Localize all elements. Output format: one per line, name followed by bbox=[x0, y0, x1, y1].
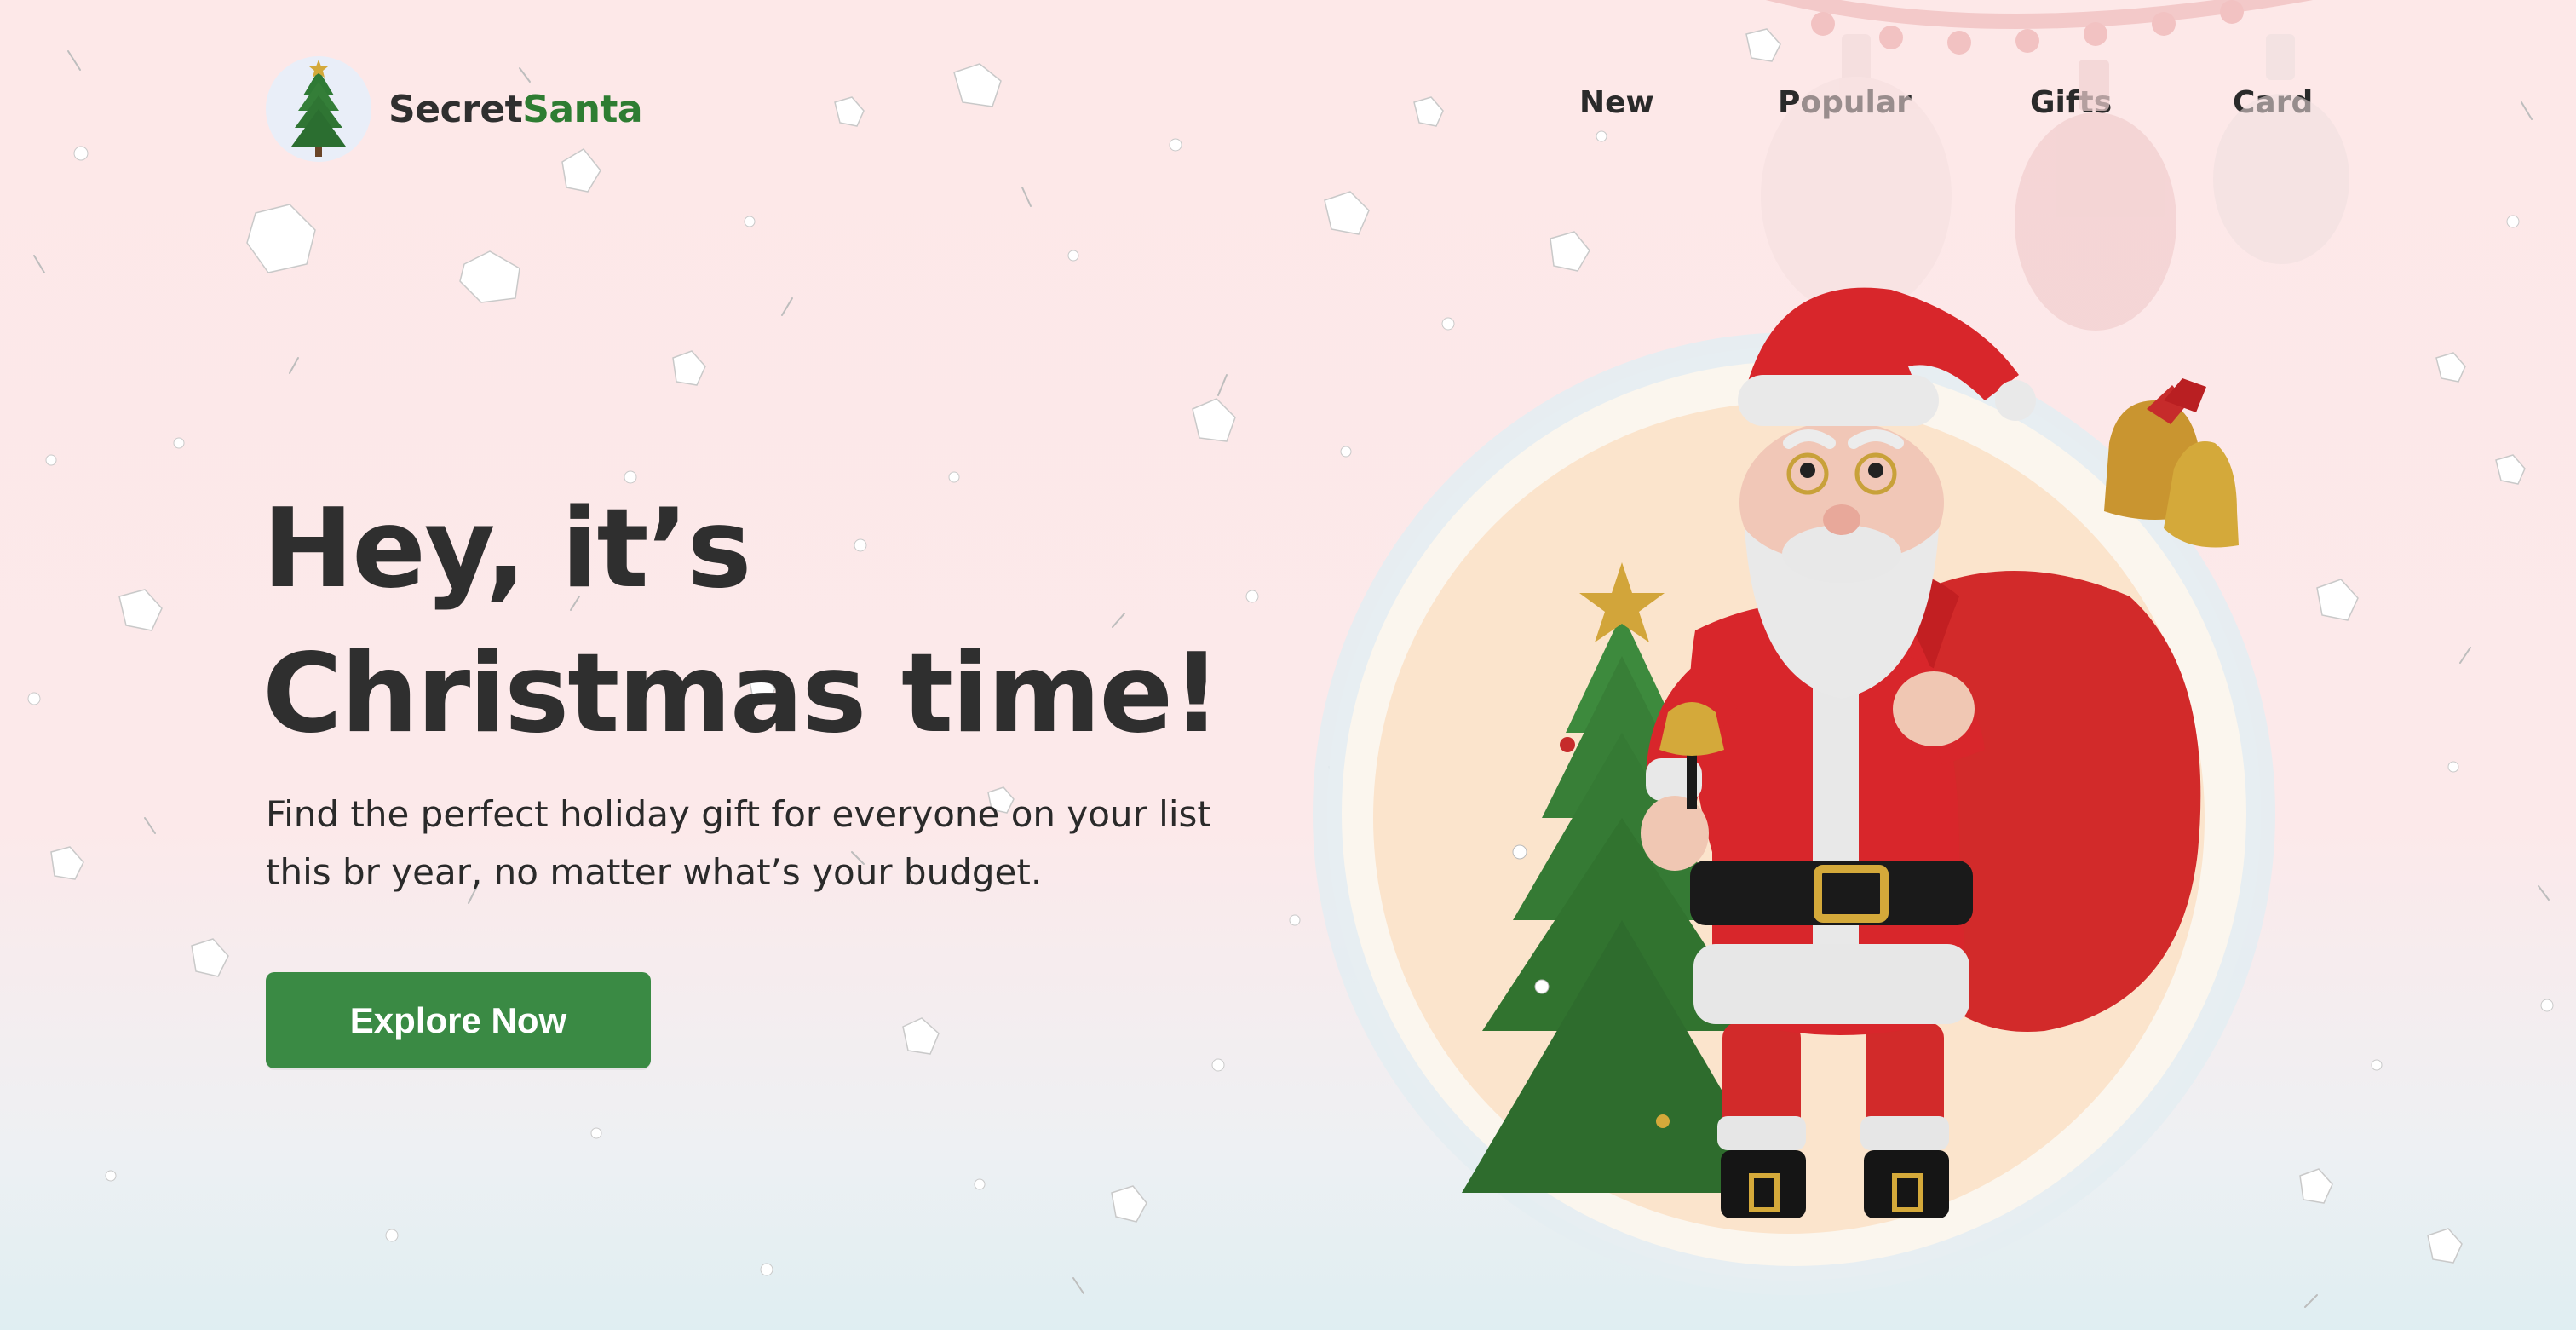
nav-item-card[interactable]: Card bbox=[2233, 85, 2313, 120]
light-bulb-icon bbox=[2213, 34, 2349, 264]
jingle-bell-icon bbox=[2104, 378, 2239, 548]
hero-illustration bbox=[1313, 0, 2349, 1295]
christmas-tree-icon bbox=[1462, 562, 1782, 1193]
light-bulb-icon bbox=[1761, 34, 1952, 315]
hero-title: Hey, it’s Christmas time! bbox=[262, 477, 1222, 767]
hero-title-line-2: Christmas time! bbox=[262, 630, 1222, 757]
explore-now-button[interactable]: Explore Now bbox=[266, 972, 651, 1068]
hero-subtitle-line-1: Find the perfect holiday gift for everyo… bbox=[266, 793, 1211, 835]
nav-item-gifts[interactable]: Gifts bbox=[2030, 85, 2112, 120]
hero-title-line-1: Hey, it’s bbox=[262, 486, 751, 613]
main-nav: New Popular Gifts Card bbox=[0, 85, 2576, 130]
nav-item-new[interactable]: New bbox=[1579, 85, 1654, 120]
hero-subtitle: Find the perfect holiday gift for everyo… bbox=[266, 786, 1288, 901]
garland-decoration bbox=[1765, 0, 2314, 55]
gift-sack-icon bbox=[1849, 569, 2201, 1032]
santa-claus-icon bbox=[1641, 287, 2201, 1218]
hero-subtitle-line-2: this br year, no matter what’s your budg… bbox=[266, 851, 1043, 893]
nav-item-popular[interactable]: Popular bbox=[1778, 85, 1912, 120]
landing-page: SecretSanta New Popular Gifts Card Hey, … bbox=[0, 0, 2576, 1330]
